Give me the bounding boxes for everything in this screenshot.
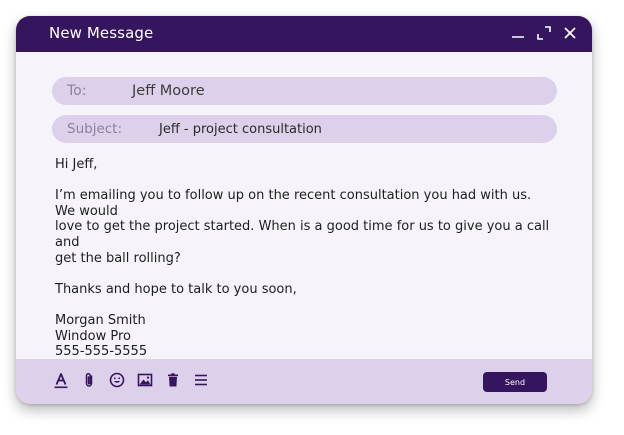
message-body[interactable]: Hi Jeff, I’m emailing you to follow up o… bbox=[55, 157, 555, 360]
to-label: To: bbox=[67, 83, 87, 99]
text-format-icon[interactable] bbox=[52, 371, 70, 389]
closing: Thanks and hope to talk to you soon, bbox=[55, 281, 297, 297]
signature-company: Window Pro bbox=[55, 328, 132, 344]
close-icon[interactable] bbox=[562, 25, 578, 41]
compose-header: New Message bbox=[16, 16, 592, 52]
body-line: get the ball rolling? bbox=[55, 250, 181, 266]
send-button[interactable]: Send bbox=[483, 372, 547, 392]
to-field[interactable]: To: Jeff Moore bbox=[52, 77, 557, 105]
trash-icon[interactable] bbox=[164, 371, 182, 389]
window-title: New Message bbox=[49, 24, 154, 42]
body-line: love to get the project started. When is… bbox=[55, 219, 550, 250]
expand-icon[interactable] bbox=[536, 25, 552, 41]
subject-field[interactable]: Subject: Jeff - project consultation bbox=[52, 115, 557, 143]
attachment-icon[interactable] bbox=[80, 371, 98, 389]
compose-window: New Message To: Jeff Moore Subject: Jeff… bbox=[16, 16, 592, 404]
window-controls bbox=[510, 25, 578, 41]
signature-name: Morgan Smith bbox=[55, 312, 146, 328]
image-icon[interactable] bbox=[136, 371, 154, 389]
signature: Morgan Smith Window Pro 555-555-5555 bbox=[55, 313, 555, 360]
body-line: I’m emailing you to follow up on the rec… bbox=[55, 188, 532, 219]
subject-label: Subject: bbox=[67, 121, 123, 137]
signature-phone: 555-555-5555 bbox=[55, 344, 148, 360]
menu-icon[interactable] bbox=[192, 371, 210, 389]
body-paragraph: I’m emailing you to follow up on the rec… bbox=[55, 188, 555, 266]
to-value[interactable]: Jeff Moore bbox=[132, 83, 205, 99]
minimize-icon[interactable] bbox=[510, 25, 526, 41]
greeting: Hi Jeff, bbox=[55, 157, 98, 172]
subject-value[interactable]: Jeff - project consultation bbox=[159, 122, 322, 137]
emoji-icon[interactable] bbox=[108, 371, 126, 389]
compose-toolbar: Send bbox=[16, 359, 592, 404]
formatting-tools bbox=[52, 371, 210, 389]
